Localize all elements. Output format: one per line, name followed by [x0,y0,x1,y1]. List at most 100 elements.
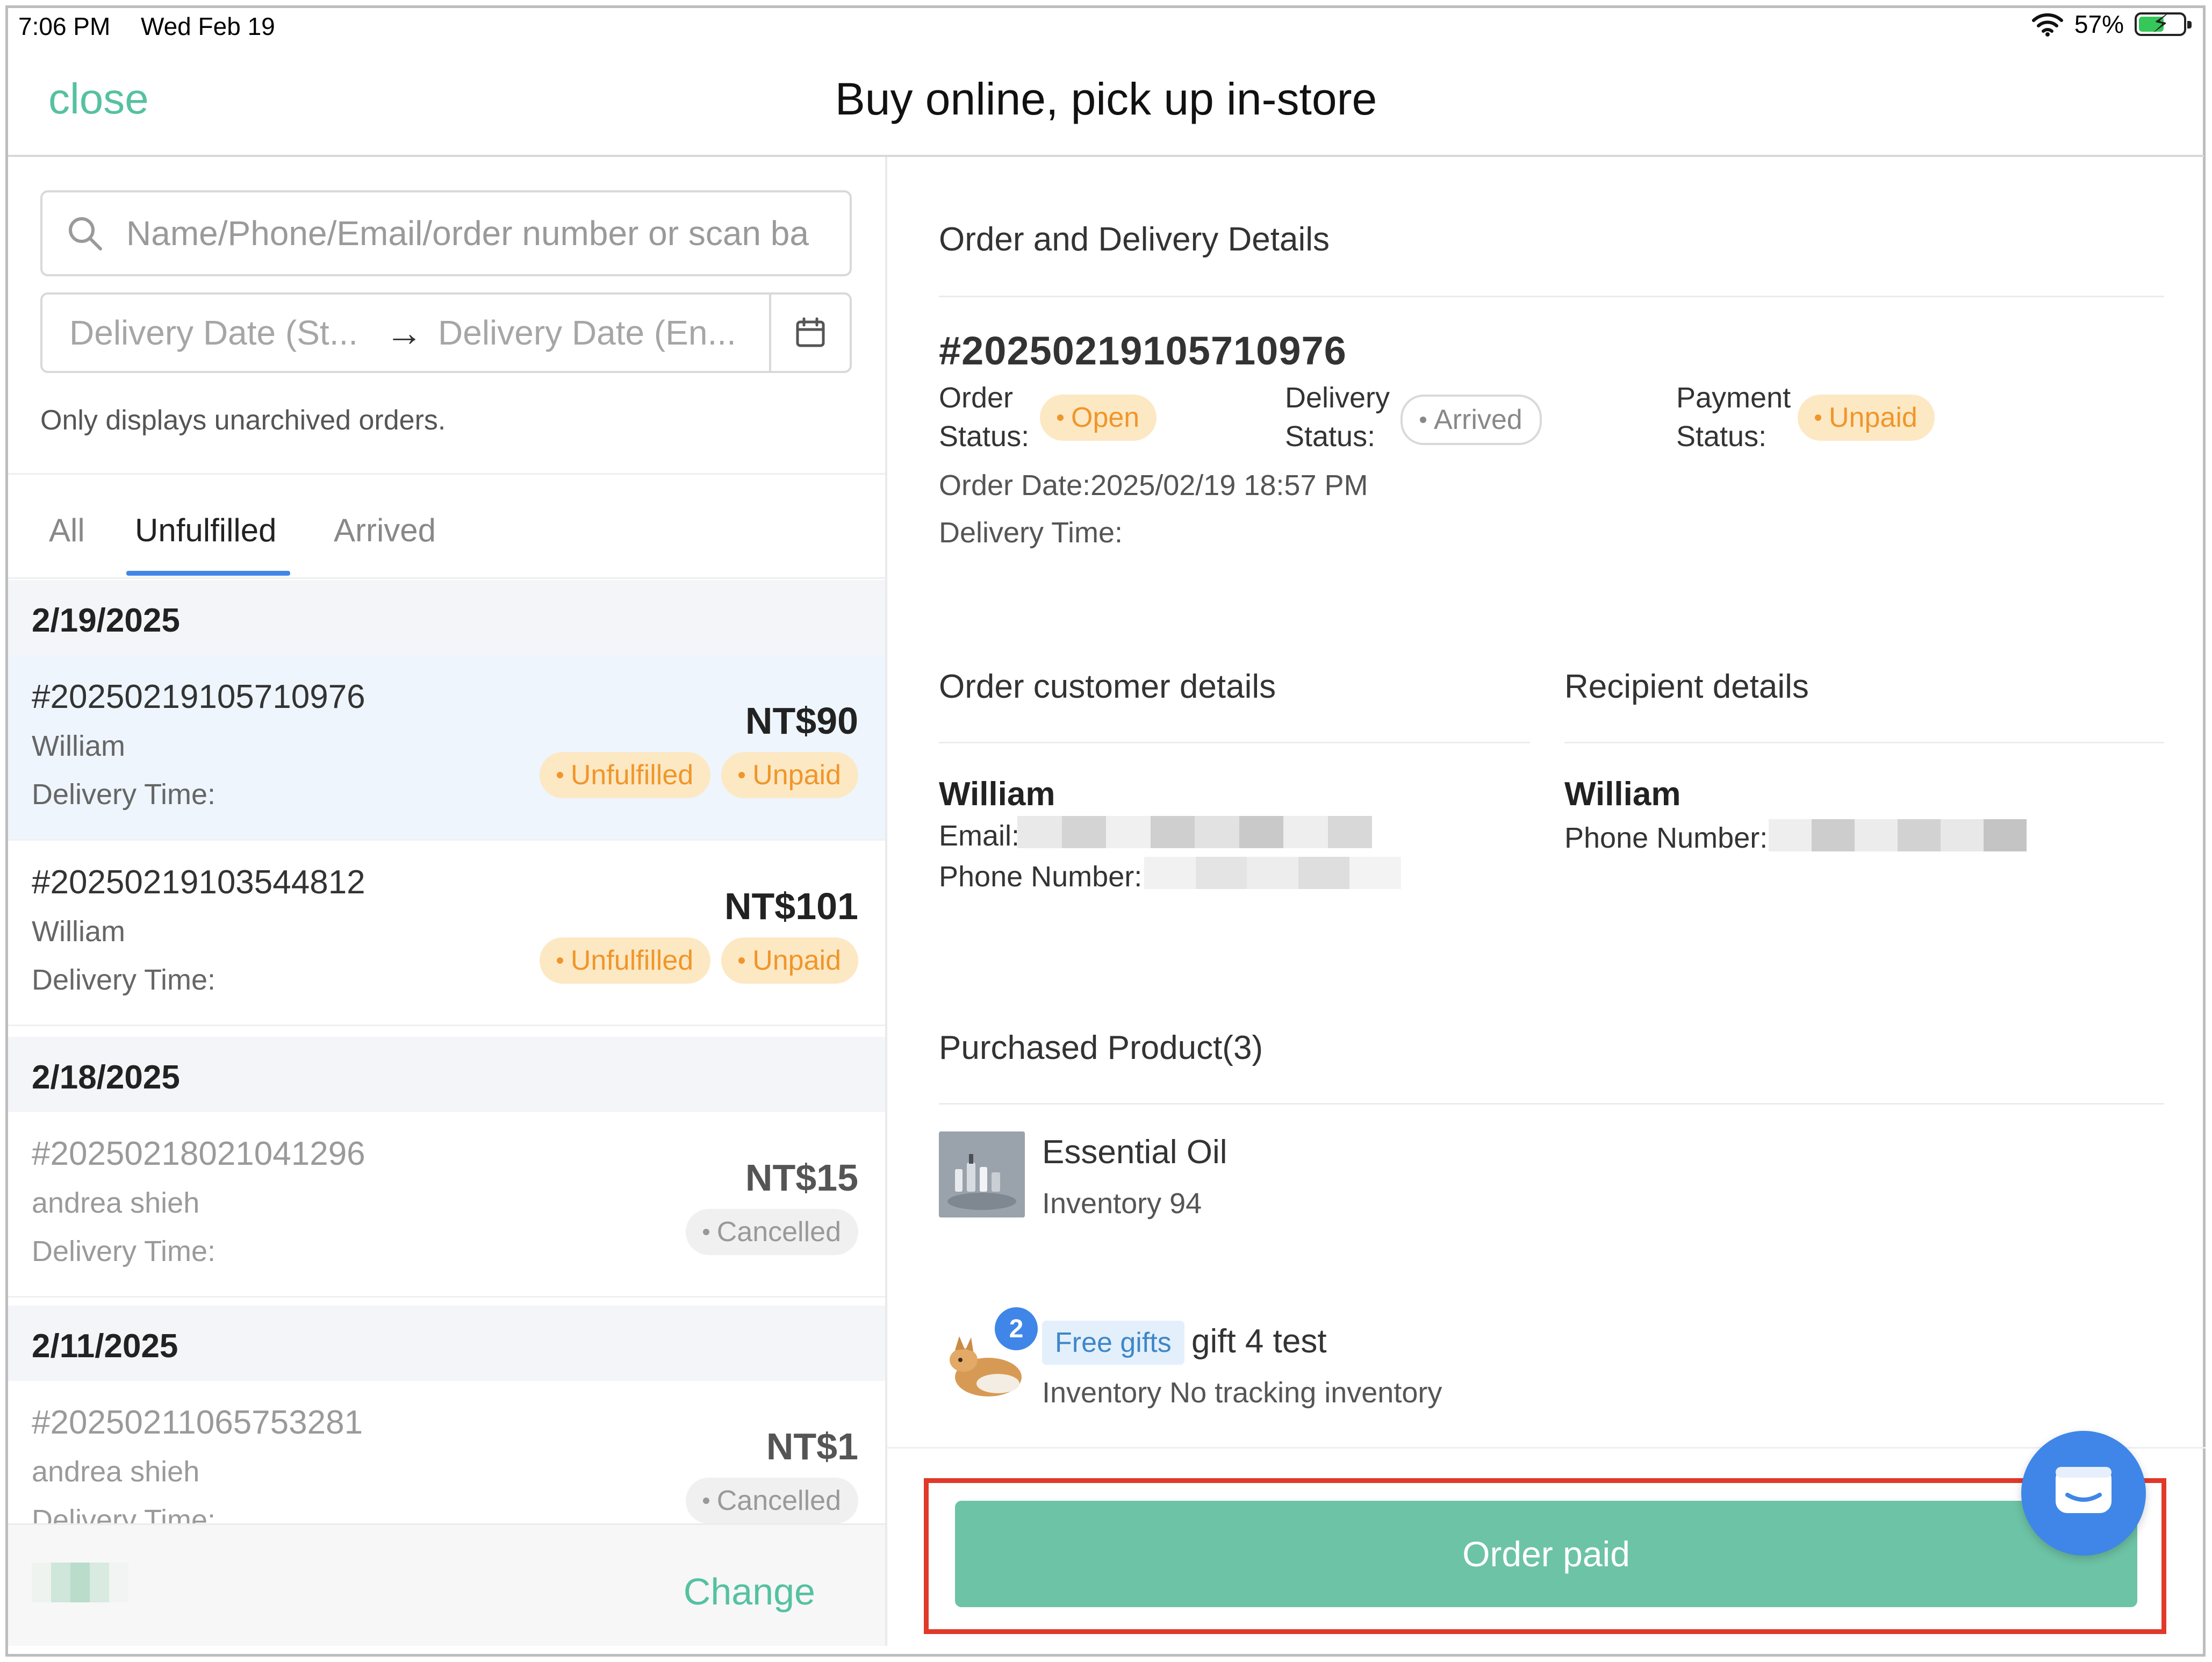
active-tab-indicator [126,571,290,576]
product-name: Essential Oil [1042,1134,1227,1171]
charging-bolt-icon: ⚡ [2152,10,2170,38]
date-group-header: 2/11/2025 [8,1306,885,1381]
bottles-image-icon [939,1131,1025,1217]
order-number: #20250218021041296 [32,1135,365,1172]
section-divider [939,1103,2164,1105]
order-price: NT$1 [766,1425,858,1467]
cancelled-badge: Cancelled [685,1478,858,1524]
page-title: Buy online, pick up in-store [835,74,1377,124]
tab-unfulfilled[interactable]: Unfulfilled [135,512,276,549]
status-date: Wed Feb 19 [141,12,275,40]
calendar-button[interactable] [769,295,850,371]
calendar-icon [796,317,825,347]
order-number: #20250211065753281 [32,1404,363,1441]
payment-status-label-line1: Payment [1676,382,1791,414]
gift-quantity-badge: 2 [995,1307,1038,1350]
search-input[interactable] [125,213,821,254]
order-status-label-line1: Order [939,382,1014,414]
order-customer: William [32,730,125,762]
chat-button[interactable] [2021,1431,2146,1556]
arrow-right-icon: → [385,312,423,354]
order-delivery-time: Delivery Time: [32,778,216,811]
order-badges: Cancelled [685,1478,858,1524]
free-gift-tag: Free gifts [1042,1321,1184,1365]
section-divider [939,742,1530,743]
search-icon [69,217,102,250]
customer-email-label: Email: [939,820,1020,852]
section-title-customer: Order customer details [939,668,1276,705]
status-time: 7:06 PM [18,12,111,40]
date-end-input[interactable]: Delivery Date (En... [438,313,755,353]
order-list-item[interactable]: #20250219103544812 William Delivery Time… [8,841,885,1026]
date-group-label: 2/11/2025 [32,1328,178,1365]
recipient-phone-label: Phone Number: [1564,822,1768,854]
date-range-picker[interactable]: Delivery Date (St... → Delivery Date (En… [40,292,852,373]
delivery-status-label: Delivery Status: [1285,378,1390,456]
customer-phone-redacted [1144,857,1401,889]
customer-phone-label: Phone Number: [939,861,1143,893]
delivery-status-label-line2: Status: [1285,420,1376,453]
order-customer: andrea shieh [32,1187,200,1219]
order-detail-panel: Order and Delivery Details #202502191057… [887,157,2206,1646]
gift-inventory: Inventory No tracking inventory [1042,1377,1442,1409]
tabs-top-divider [8,473,885,475]
order-number: #20250219105710976 [32,678,365,715]
recipient-name: William [1564,776,1681,813]
order-number: #20250219103544812 [32,864,365,901]
order-price: NT$15 [745,1157,858,1199]
order-badges: Unfulfilled Unpaid [539,937,858,984]
section-divider [1564,742,2164,743]
date-group-header: 2/18/2025 [8,1037,885,1112]
order-customer: andrea shieh [32,1456,200,1488]
tabs-bottom-divider [8,577,885,579]
delivery-status-label-line1: Delivery [1285,382,1390,414]
product-inventory: Inventory 94 [1042,1187,1202,1220]
order-badges: Cancelled [685,1209,858,1255]
battery-nub [2187,21,2192,28]
order-customer: William [32,915,125,948]
chat-icon [2056,1467,2112,1513]
payment-badge: Unpaid [721,752,858,798]
wifi-icon [2031,13,2063,37]
order-delivery-time: Delivery Time: [32,964,216,996]
battery-percent: 57% [2074,10,2124,38]
order-price: NT$90 [745,700,858,742]
order-badges: Unfulfilled Unpaid [539,752,858,798]
fulfillment-badge: Unfulfilled [539,937,711,984]
section-title-recipient: Recipient details [1564,668,1809,705]
cancelled-badge: Cancelled [685,1209,858,1255]
status-right: 57% ⚡ [2031,10,2192,39]
tab-arrived[interactable]: Arrived [334,512,436,549]
section-divider [939,296,2164,297]
order-status-badge: Open [1040,395,1157,441]
tab-all[interactable]: All [49,512,85,549]
payment-status-label-line2: Status: [1676,420,1767,453]
order-list-item[interactable]: #20250218021041296 andrea shieh Delivery… [8,1112,885,1298]
payment-status-badge: Unpaid [1798,395,1935,441]
essential-oil-thumbnail [939,1131,1025,1217]
date-start-input[interactable]: Delivery Date (St... [69,313,370,353]
payment-badge: Unpaid [721,937,858,984]
unarchived-hint: Only displays unarchived orders. [40,405,446,436]
order-list-item[interactable]: #20250219105710976 William Delivery Time… [8,655,885,841]
order-status-label-line2: Status: [939,420,1030,453]
date-group-header: 2/19/2025 [8,580,885,655]
list-footer: Change [8,1523,885,1646]
fulfillment-badge: Unfulfilled [539,752,711,798]
date-group-label: 2/18/2025 [32,1059,180,1096]
delivery-time: Delivery Time: [939,517,1123,549]
action-bar-divider [887,1447,2206,1449]
gift-name: gift 4 test [1191,1323,1327,1360]
store-avatar-redacted [32,1563,128,1602]
recipient-phone-redacted [1769,819,2027,851]
date-group-label: 2/19/2025 [32,602,180,639]
payment-status-label: Payment Status: [1676,378,1791,456]
battery-icon: ⚡ [2135,10,2192,38]
order-price: NT$101 [724,885,858,927]
highlight-box [924,1478,2166,1634]
order-status-label: Order Status: [939,378,1029,456]
change-store-button[interactable]: Change [684,1570,815,1613]
customer-name: William [939,776,1055,813]
order-list-panel: Delivery Date (St... → Delivery Date (En… [8,157,885,1646]
search-box[interactable] [40,190,852,276]
